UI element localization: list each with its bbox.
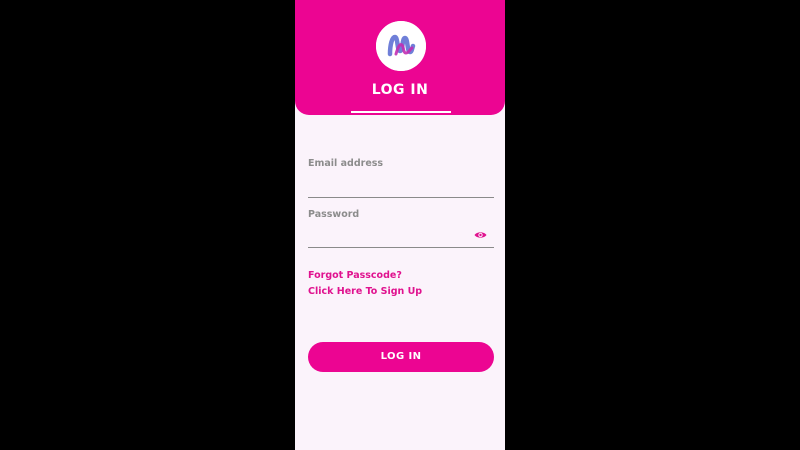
- app-logo-icon: [376, 21, 426, 71]
- eye-icon[interactable]: [474, 230, 487, 240]
- email-label: Email address: [308, 158, 384, 169]
- email-field[interactable]: [308, 176, 494, 194]
- password-label: Password: [308, 209, 360, 220]
- sign-up-link[interactable]: Click Here To Sign Up: [308, 286, 422, 297]
- password-field[interactable]: [308, 226, 468, 244]
- password-underline: [308, 247, 494, 248]
- title-underline: [351, 111, 451, 113]
- header: LOG IN: [295, 0, 505, 115]
- login-screen: LOG IN Email address Password Forgot Pas…: [295, 0, 505, 450]
- login-button[interactable]: LOG IN: [308, 342, 494, 372]
- email-underline: [308, 197, 494, 198]
- page-title: LOG IN: [371, 82, 429, 98]
- forgot-passcode-link[interactable]: Forgot Passcode?: [308, 270, 402, 281]
